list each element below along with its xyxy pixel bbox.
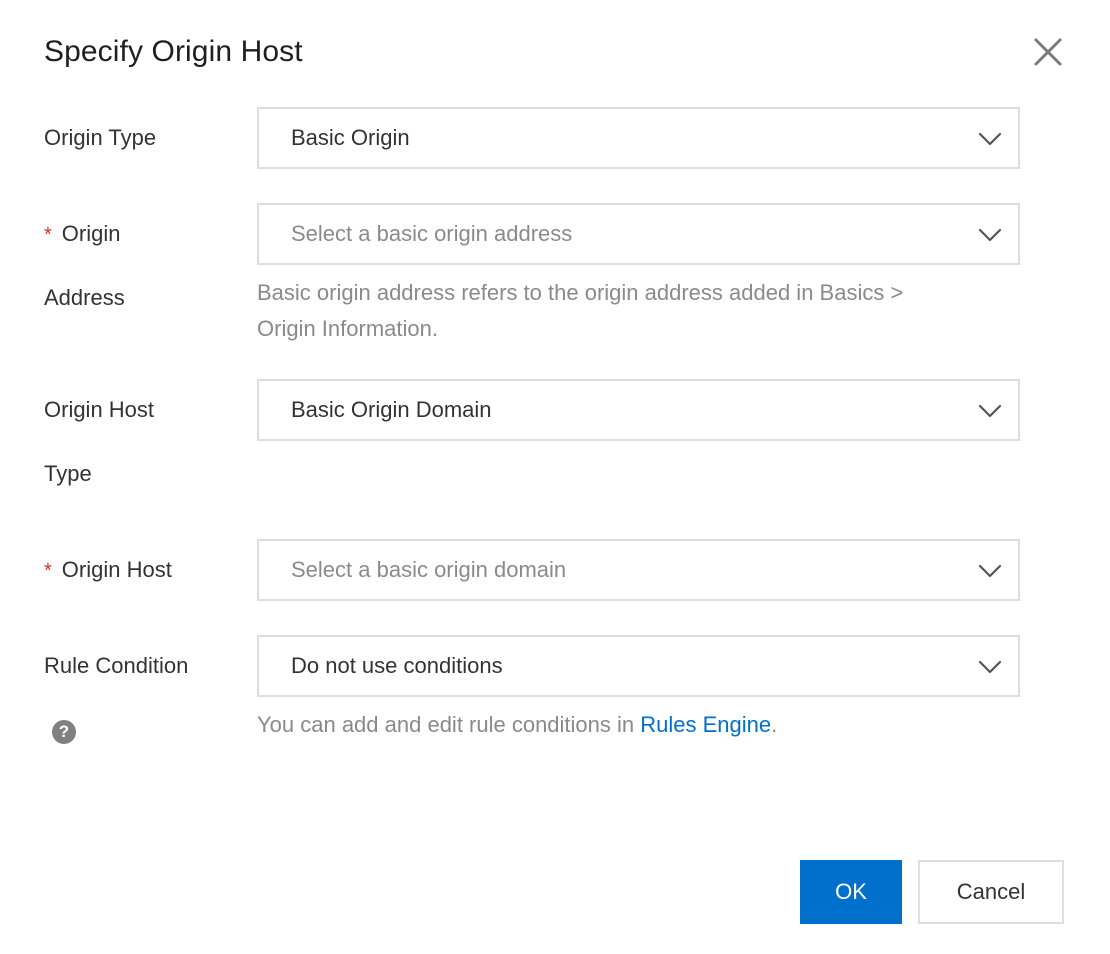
rules-engine-link[interactable]: Rules Engine (640, 712, 771, 737)
origin-address-help: Basic origin address refers to the origi… (257, 275, 1017, 347)
origin-host-type-value: Basic Origin Domain (291, 397, 492, 422)
origin-address-label: * Origin (44, 218, 120, 251)
chevron-down-icon (978, 132, 1002, 146)
origin-host-label-text: Origin Host (61, 557, 172, 582)
origin-address-label-line1: Origin (61, 221, 121, 246)
dialog-title: Specify Origin Host (44, 35, 303, 68)
rule-condition-help-suffix: . (771, 712, 778, 737)
ok-button[interactable]: OK (800, 860, 902, 924)
origin-host-type-label-line1: Origin Host (44, 397, 155, 422)
origin-address-help-line2: Origin Information. (257, 316, 438, 341)
origin-address-help-line1: Basic origin address refers to the origi… (257, 280, 904, 305)
origin-host-select[interactable]: Select a basic origin domain (257, 539, 1020, 601)
close-button[interactable] (1028, 32, 1068, 72)
rule-condition-value: Do not use conditions (291, 653, 503, 678)
question-circle-icon[interactable]: ? (52, 720, 76, 744)
origin-host-label: * Origin Host (44, 554, 172, 587)
required-asterisk: * (44, 560, 52, 582)
origin-host-placeholder: Select a basic origin domain (291, 557, 567, 582)
origin-address-placeholder: Select a basic origin address (291, 221, 573, 246)
specify-origin-host-dialog: Specify Origin Host Origin Type Basic Or… (0, 0, 1110, 954)
chevron-down-icon (978, 404, 1002, 418)
cancel-button[interactable]: Cancel (918, 860, 1064, 924)
origin-address-label-line2: Address (44, 285, 125, 310)
origin-type-label: Origin Type (44, 125, 157, 150)
origin-address-select[interactable]: Select a basic origin address (257, 203, 1020, 265)
chevron-down-icon (978, 564, 1002, 578)
origin-type-value: Basic Origin (291, 125, 410, 150)
rule-condition-help: You can add and edit rule conditions in … (257, 707, 1017, 743)
required-asterisk: * (44, 224, 52, 246)
rule-condition-help-prefix: You can add and edit rule conditions in (257, 712, 641, 737)
close-icon (1034, 38, 1062, 66)
origin-type-select[interactable]: Basic Origin (257, 107, 1020, 169)
chevron-down-icon (978, 660, 1002, 674)
rule-condition-select[interactable]: Do not use conditions (257, 635, 1020, 697)
origin-host-type-label-line2: Type (44, 461, 92, 486)
origin-host-type-select[interactable]: Basic Origin Domain (257, 379, 1020, 441)
chevron-down-icon (978, 228, 1002, 242)
rule-condition-label: Rule Condition (44, 653, 189, 678)
